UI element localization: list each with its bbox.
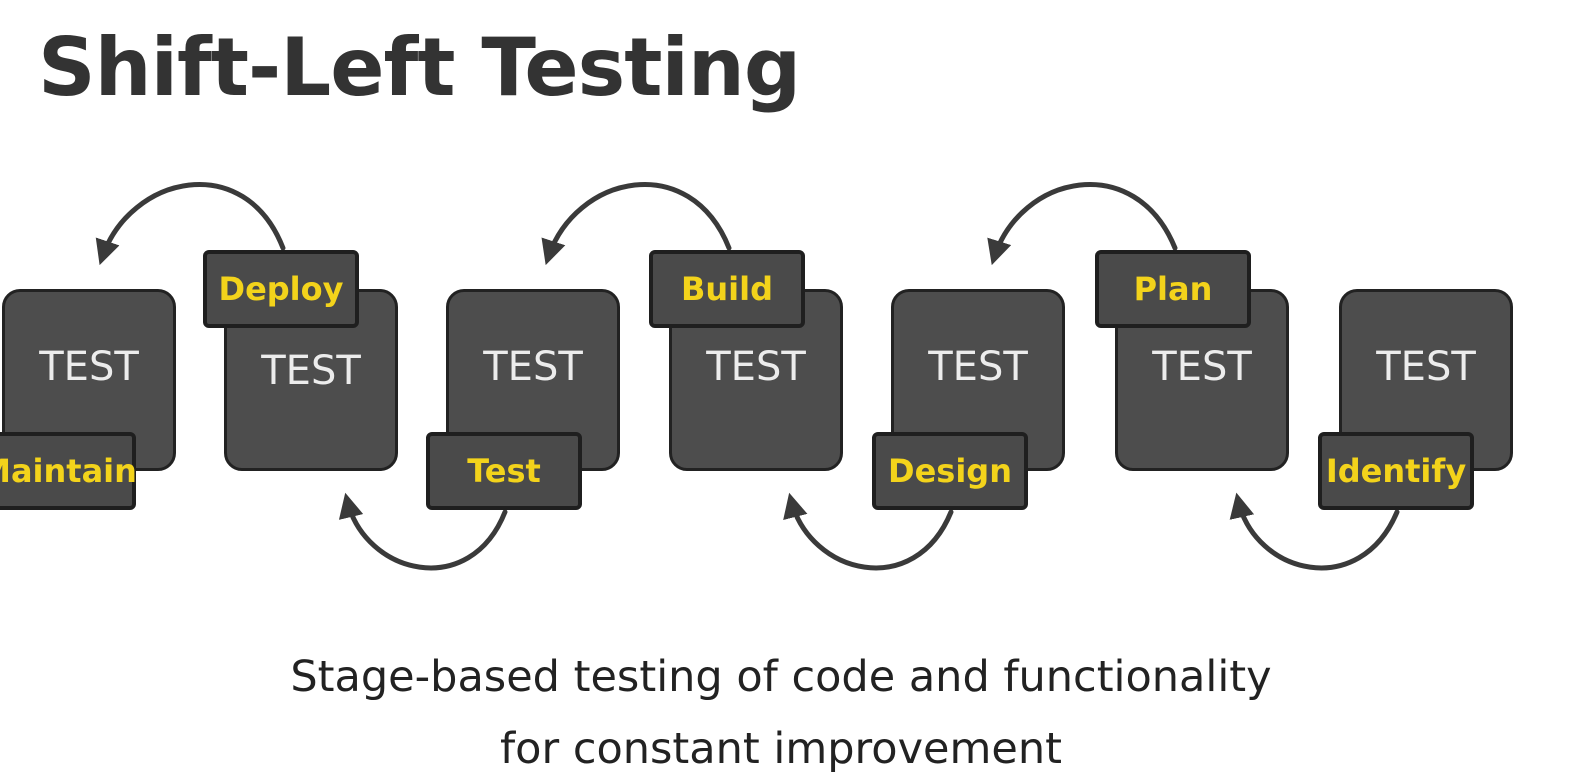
arrow-design-to-build	[783, 492, 954, 571]
caption-line-2: for constant improvement	[500, 724, 1062, 774]
arrow-identify-to-plan	[1229, 492, 1400, 571]
test-box-label: TEST	[706, 344, 806, 390]
stage-label-identify: Identify	[1318, 432, 1474, 510]
test-box-label: TEST	[1152, 344, 1252, 390]
test-box-label: TEST	[261, 348, 361, 394]
stage-label-plan: Plan	[1095, 250, 1251, 328]
stage-label-build: Build	[649, 250, 805, 328]
stage-label-maintain: Maintain	[0, 432, 137, 510]
arrow-plan-to-design	[987, 182, 1178, 266]
caption-line-1: Stage-based testing of code and function…	[290, 652, 1272, 702]
stage-label-test: Test	[426, 432, 582, 510]
arrow-test-to-deploy	[338, 492, 508, 571]
arrow-build-to-test	[541, 182, 732, 266]
stage-label-design: Design	[872, 432, 1028, 510]
stage-label-deploy: Deploy	[203, 250, 359, 328]
arrow-deploy-to-maintain	[95, 182, 286, 266]
